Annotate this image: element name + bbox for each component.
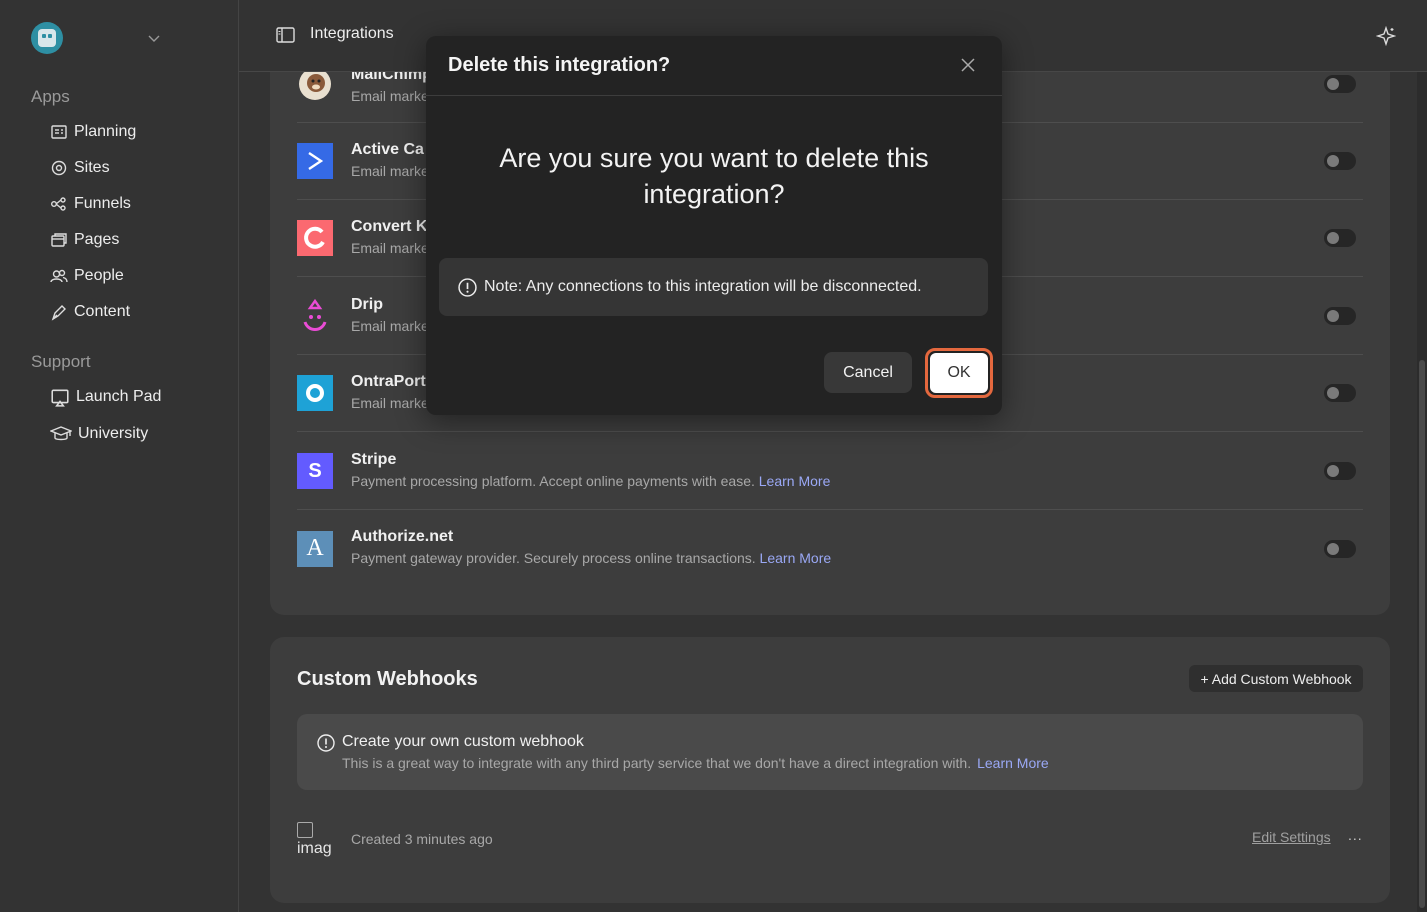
integration-row-authorize-net: A Authorize.net Payment gateway provider… (297, 510, 1363, 587)
integration-description: Email marke (351, 240, 429, 256)
workspace-switcher[interactable] (31, 22, 161, 54)
planning-icon (51, 125, 67, 139)
stripe-logo-icon: S (297, 453, 333, 489)
stripe-logo-letter: S (308, 459, 322, 482)
convertkit-logo-icon (297, 220, 333, 256)
webhook-info-box: Create your own custom webhook This is a… (297, 714, 1363, 790)
sidebar: Apps Planning Sites Funnels Pages People… (0, 0, 239, 912)
sidebar-group-apps: Apps (31, 87, 70, 106)
sidebar-item-label: Funnels (74, 195, 131, 212)
sidebar-item-label: Content (74, 303, 131, 320)
integration-name: Convert K (351, 218, 428, 235)
sites-icon (51, 160, 67, 176)
dialog-note-text: Note: Any connections to this integratio… (484, 278, 922, 295)
learn-more-link[interactable]: Learn More (759, 473, 831, 489)
webhook-info-description: This is a great way to integrate with an… (342, 755, 1049, 771)
sidebar-group-support: Support (31, 352, 91, 371)
dialog-title: Delete this integration? (448, 54, 671, 76)
integration-name: Active Ca (351, 141, 424, 158)
learn-more-link[interactable]: Learn More (760, 550, 832, 566)
chevron-down-icon (148, 35, 160, 42)
webhook-info-title: Create your own custom webhook (342, 733, 584, 750)
sidebar-toggle-icon[interactable] (276, 27, 295, 43)
integration-description: Email marke (351, 88, 429, 104)
broken-image-icon (297, 822, 313, 838)
sidebar-item-university[interactable]: University (50, 422, 148, 446)
scrollbar[interactable] (1417, 72, 1427, 912)
info-icon (317, 734, 335, 752)
sidebar-item-label: Sites (74, 159, 110, 176)
integration-name: OntraPort (351, 373, 426, 390)
university-icon (50, 426, 72, 441)
authorize-net-logo-icon: A (297, 530, 333, 567)
sidebar-item-funnels[interactable]: Funnels (50, 192, 131, 216)
scrollbar-thumb[interactable] (1419, 360, 1425, 908)
sidebar-item-label: Planning (74, 123, 137, 140)
integration-name: Authorize.net (351, 528, 454, 545)
sidebar-item-label: Launch Pad (76, 388, 162, 405)
sidebar-item-label: University (78, 425, 149, 442)
learn-more-link[interactable]: Learn More (977, 755, 1049, 771)
funnels-icon (51, 197, 66, 211)
activecampaign-logo-icon (297, 143, 333, 179)
sidebar-item-launch-pad[interactable]: Launch Pad (50, 385, 161, 409)
integration-description: Payment processing platform. Accept onli… (351, 473, 831, 489)
delete-integration-dialog: Delete this integration? Are you sure yo… (426, 36, 1002, 415)
sidebar-item-planning[interactable]: Planning (50, 120, 136, 144)
workspace-logo (31, 22, 63, 54)
integration-toggle[interactable] (1324, 307, 1356, 325)
add-custom-webhook-button[interactable]: + Add Custom Webhook (1189, 665, 1363, 692)
dialog-header: Delete this integration? (426, 36, 1002, 96)
drip-logo-icon (297, 298, 333, 334)
webhook-broken-image: imag (297, 822, 332, 858)
dialog-note: Note: Any connections to this integratio… (439, 258, 988, 316)
integration-toggle[interactable] (1324, 229, 1356, 247)
launch-pad-icon (51, 389, 69, 407)
close-icon[interactable] (960, 57, 976, 73)
sparkle-icon[interactable] (1376, 26, 1396, 46)
sidebar-item-sites[interactable]: Sites (50, 156, 110, 180)
dialog-question: Are you sure you want to delete this int… (499, 143, 929, 209)
sidebar-item-label: People (74, 267, 124, 284)
content-icon (51, 305, 66, 321)
more-options-button[interactable]: ... (1348, 827, 1363, 843)
webhooks-title: Custom Webhooks (297, 668, 478, 690)
pages-icon (51, 233, 67, 247)
integration-toggle[interactable] (1324, 152, 1356, 170)
authorize-net-logo-letter: A (306, 535, 324, 561)
sidebar-item-content[interactable]: Content (50, 300, 130, 324)
edit-settings-link[interactable]: Edit Settings (1252, 829, 1331, 845)
ok-button-label: OK (930, 353, 988, 393)
info-icon (458, 277, 477, 297)
integration-row-stripe: S Stripe Payment processing platform. Ac… (297, 433, 1363, 510)
integration-description: Email marke (351, 395, 429, 411)
ok-button[interactable]: OK (925, 348, 993, 398)
ontraport-logo-icon (297, 375, 333, 411)
integration-name: Drip (351, 296, 383, 313)
integration-description: Email marke (351, 163, 429, 179)
integration-toggle[interactable] (1324, 75, 1356, 93)
sidebar-item-pages[interactable]: Pages (50, 228, 119, 252)
integration-toggle[interactable] (1324, 462, 1356, 480)
integration-description: Payment gateway provider. Securely proce… (351, 550, 832, 566)
integration-name: Stripe (351, 451, 397, 468)
webhook-created-time: Created 3 minutes ago (351, 831, 493, 847)
cancel-button[interactable]: Cancel (824, 352, 912, 393)
people-icon (50, 269, 68, 283)
sidebar-item-people[interactable]: People (50, 264, 124, 288)
sidebar-item-label: Pages (74, 231, 120, 248)
integration-toggle[interactable] (1324, 539, 1356, 558)
page-title: Integrations (310, 25, 394, 42)
integration-description: Email marke (351, 318, 429, 334)
integration-toggle[interactable] (1324, 384, 1356, 402)
